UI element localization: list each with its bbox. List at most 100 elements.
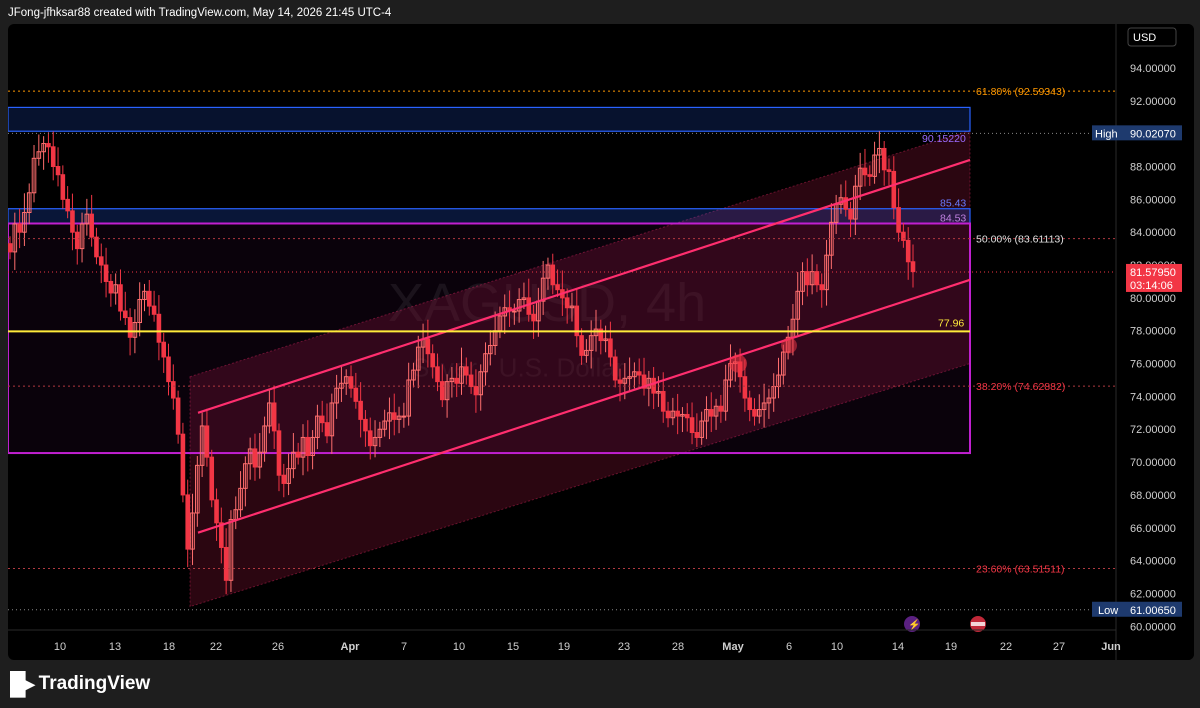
candle-body — [886, 169, 892, 172]
candle-body — [891, 170, 897, 209]
candle-body — [636, 371, 642, 376]
candle-body — [257, 451, 263, 468]
candle-body — [281, 474, 287, 484]
candle-body — [584, 349, 589, 356]
high-price-label: 90.02070 — [1130, 128, 1176, 140]
candle-body — [329, 402, 335, 437]
price-tick-label: 74.00000 — [1130, 391, 1176, 403]
candle-body — [896, 207, 901, 233]
candle-body — [108, 280, 114, 294]
upper-zone-label: 90.15220 — [922, 133, 966, 145]
price-tick-label: 80.00000 — [1130, 293, 1176, 305]
candle-body — [603, 338, 608, 342]
lightning-glyph-icon: ⚡ — [908, 618, 920, 631]
candle-body — [756, 409, 762, 417]
chart-drawings — [8, 106, 971, 608]
mid-demand-zone — [8, 208, 971, 225]
price-tick-label: 76.00000 — [1130, 359, 1176, 371]
candle-body — [612, 356, 618, 381]
candle-body — [790, 318, 796, 338]
candle-body — [60, 174, 66, 200]
candle-body — [483, 353, 488, 373]
candle-body — [70, 210, 75, 233]
candle-body — [646, 377, 652, 389]
low-price-label: 61.00650 — [1130, 605, 1176, 617]
candle-body — [430, 353, 435, 368]
candle-body — [526, 297, 532, 315]
time-tick-label: 18 — [163, 641, 175, 653]
candle — [36, 134, 42, 166]
candle-body — [74, 231, 80, 250]
candle-body — [771, 386, 777, 399]
candle-body — [564, 297, 570, 309]
candle-body — [848, 208, 853, 220]
candle-body — [800, 271, 805, 292]
candle-body — [439, 381, 445, 401]
candle-body — [94, 236, 99, 258]
candle-body — [146, 290, 152, 307]
price-tick-label: 84.00000 — [1130, 227, 1176, 239]
last-price-label: 81.57950 — [1130, 267, 1176, 279]
candle-body — [516, 299, 522, 312]
bar-countdown-label: 03:14:06 — [1130, 280, 1173, 292]
price-tick-label: 92.00000 — [1130, 96, 1176, 108]
price-chart[interactable]: XAGUSD, 4hSilver / U.S. Dollar 61.80% (9… — [8, 24, 1194, 660]
candle-body — [36, 151, 42, 159]
candle — [41, 136, 46, 170]
candle-body — [761, 402, 767, 411]
mid-zone-bottom-label: 84.53 — [940, 212, 966, 224]
candle-body — [406, 379, 411, 417]
time-tick-label: Apr — [341, 641, 361, 653]
candle-body — [766, 397, 772, 404]
time-axis[interactable]: 10 13 18 22 26 Apr 7 10 15 19 23 28 May 6 10 14 19 22 27 Ju… — [8, 629, 1121, 653]
candle-body — [185, 494, 191, 550]
candle-body — [814, 271, 820, 286]
candle-body — [468, 374, 474, 388]
candle-body — [180, 433, 186, 496]
candle-body — [569, 305, 575, 309]
candle-body — [300, 436, 306, 458]
price-tick-label: 78.00000 — [1130, 326, 1176, 338]
candle-body — [55, 166, 61, 176]
candle-body — [204, 425, 210, 458]
candle-body — [324, 422, 330, 437]
candle-body — [358, 400, 363, 420]
candle-body — [401, 415, 407, 418]
candle-body — [247, 448, 253, 465]
candle-body — [122, 310, 128, 319]
candle-body — [343, 376, 349, 384]
chart-area[interactable]: XAGUSD, 4h Silver / U.S. Dollar 61.80% (9… — [8, 24, 1194, 660]
price-axis[interactable]: USD94.0000092.0000090.0000088.0000086.00… — [1092, 24, 1194, 660]
candle-body — [252, 448, 258, 468]
candle-body — [214, 499, 219, 524]
candle-body — [377, 428, 383, 438]
fib-label: 23.60% (63.51511) — [976, 564, 1065, 576]
candle-body — [689, 417, 695, 434]
fib-label: 50.00% (83.61113) — [976, 234, 1064, 246]
time-tick-label: 27 — [1053, 641, 1065, 653]
candle-body — [910, 261, 916, 273]
candle-body — [708, 409, 714, 417]
candle-body — [536, 300, 541, 322]
candle-body — [819, 284, 825, 291]
candle-body — [795, 290, 801, 320]
candle-body — [17, 223, 22, 233]
time-tick-label: 10 — [453, 641, 465, 653]
candle-body — [665, 410, 671, 419]
candle-body — [680, 413, 685, 417]
candle-body — [867, 174, 873, 177]
candle — [185, 479, 191, 568]
candle-body — [833, 203, 839, 223]
time-tick-label: 22 — [1000, 641, 1012, 653]
candle-body — [704, 409, 709, 422]
candle-body — [195, 464, 200, 514]
candle-body — [699, 420, 704, 438]
time-tick-label: Jun — [1101, 641, 1121, 653]
flag-stripe-icon — [971, 622, 985, 626]
candle-body — [334, 387, 339, 404]
candle-body — [363, 418, 368, 432]
candle-body — [315, 415, 320, 438]
candle-body — [540, 277, 546, 302]
candle-body — [31, 157, 37, 194]
candle-body — [209, 456, 215, 501]
